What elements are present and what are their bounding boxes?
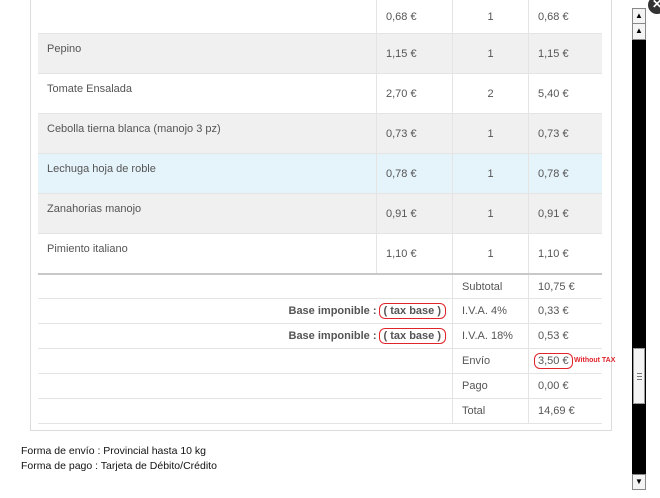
- without-tax-annotation: Without TAX: [574, 357, 616, 364]
- quantity-cell: 1: [452, 194, 528, 233]
- quantity-cell: 2: [452, 74, 528, 113]
- iva4-value: 0,33 €: [538, 305, 569, 317]
- scroll-up-step-icon[interactable]: ▲: [632, 24, 646, 40]
- base-imponible-label: Base imponible :: [288, 330, 377, 342]
- envio-value: 3,50 €: [534, 353, 573, 369]
- unit-price-cell: 0,91 €: [376, 194, 452, 233]
- iva4-label: I.V.A. 4%: [462, 305, 507, 317]
- line-total-cell: 5,40 €: [528, 74, 602, 113]
- product-name: Tomate Ensalada: [47, 83, 132, 95]
- line-total-cell: 0,73 €: [528, 114, 602, 153]
- tax-base-annotation: ( tax base ): [378, 328, 446, 344]
- product-name: Pepino: [47, 43, 82, 55]
- product-name-cell: Zanahorias manojo: [38, 194, 376, 233]
- iva18-label: I.V.A. 18%: [462, 330, 513, 342]
- table-row: Zanahorias manojo 0,91 € 1 0,91 €: [38, 193, 602, 233]
- product-name: Cebolla tierna blanca (manojo 3 pz): [47, 123, 221, 135]
- shipping-method: Forma de envío : Provincial hasta 10 kg: [21, 445, 207, 457]
- line-total-cell: 0,78 €: [528, 154, 602, 193]
- line-total-cell: 1,10 €: [528, 234, 602, 273]
- scroll-down-arrow-icon[interactable]: ▼: [632, 474, 646, 490]
- scroll-thumb[interactable]: [633, 348, 645, 404]
- line-total-cell: 1,15 €: [528, 34, 602, 73]
- table-row: Tomate Ensalada 2,70 € 2 5,40 €: [38, 73, 602, 113]
- subtotal-value: 10,75 €: [538, 280, 575, 293]
- pago-value: 0,00 €: [538, 380, 569, 392]
- tax-base-annotation: ( tax base ): [378, 303, 446, 319]
- table-row-highlighted[interactable]: Lechuga hoja de roble 0,78 € 1 0,78 €: [38, 153, 602, 193]
- unit-price-cell: 1,15 €: [376, 34, 452, 73]
- quantity-cell: 1: [452, 34, 528, 73]
- payment-method: Forma de pago : Tarjeta de Débito/Crédit…: [21, 460, 217, 472]
- envio-label: Envío: [462, 355, 491, 367]
- quantity-cell: 1: [452, 114, 528, 153]
- product-name-cell: Tomate Ensalada: [38, 74, 376, 113]
- iva18-value: 0,53 €: [538, 330, 569, 342]
- total-value: 14,69 €: [538, 405, 575, 417]
- order-footer: Forma de envío : Provincial hasta 10 kg …: [21, 444, 217, 474]
- total-label: Total: [462, 405, 486, 417]
- scroll-up-arrow-icon[interactable]: ▲: [632, 8, 646, 24]
- unit-price-cell: 0,73 €: [376, 114, 452, 153]
- base-imponible-label: Base imponible :: [288, 305, 377, 317]
- iva4-row: Base imponible :( tax base ) I.V.A. 4% 0…: [38, 298, 602, 323]
- product-name-cell: Cebolla tierna blanca (manojo 3 pz): [38, 114, 376, 153]
- table-row: Pimiento italiano 1,10 € 1 1,10 €: [38, 233, 602, 273]
- total-row: Total 14,69 €: [38, 398, 602, 424]
- pago-label: Pago: [462, 380, 488, 392]
- table-row: Pepino 1,15 € 1 1,15 €: [38, 33, 602, 73]
- product-name-cell: Lechuga hoja de roble: [38, 154, 376, 193]
- envio-row: Envío 3,50 €: [38, 348, 602, 373]
- product-name: Lechuga hoja de roble: [47, 163, 156, 175]
- product-name: Zanahorias manojo: [47, 203, 142, 215]
- product-name-cell: Pimiento italiano: [38, 234, 376, 273]
- close-icon[interactable]: ✕: [646, 0, 660, 16]
- table-row: Cebolla tierna blanca (manojo 3 pz) 0,73…: [38, 113, 602, 153]
- unit-price-cell: 0,78 €: [376, 154, 452, 193]
- pago-row: Pago 0,00 €: [38, 373, 602, 398]
- iva18-row: Base imponible :( tax base ) I.V.A. 18% …: [38, 323, 602, 348]
- vertical-scrollbar[interactable]: ▲ ▲ ▼: [632, 8, 646, 490]
- product-name: Pimiento italiano: [47, 243, 128, 255]
- unit-price-cell: 1,10 €: [376, 234, 452, 273]
- subtotal-label: Subtotal: [462, 280, 503, 293]
- quantity-cell: 1: [452, 154, 528, 193]
- subtotal-row: Subtotal 10,75 €: [38, 273, 602, 298]
- quantity-cell: 1: [452, 234, 528, 273]
- table-row: 0,68 € 1 0,68 €: [38, 0, 602, 33]
- unit-price-cell: 2,70 €: [376, 74, 452, 113]
- line-total-cell: 0,91 €: [528, 194, 602, 233]
- product-name-cell: Pepino: [38, 34, 376, 73]
